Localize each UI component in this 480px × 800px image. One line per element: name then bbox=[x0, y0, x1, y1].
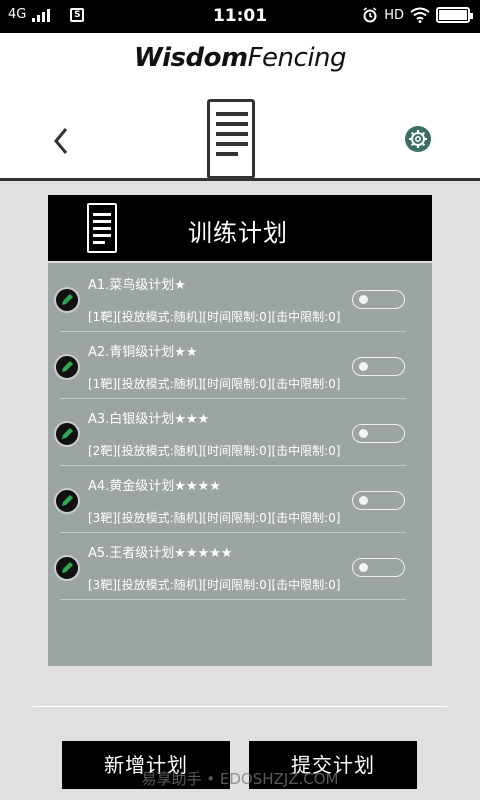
wifi-icon bbox=[410, 7, 430, 23]
gear-icon bbox=[409, 130, 427, 148]
app-header: WisdomFencing bbox=[0, 33, 480, 181]
training-plan-panel: 训练计划 A1.菜鸟级计划★ [1靶][投放模式:随机][时间限制:0][击中限制… bbox=[48, 195, 432, 666]
list-item[interactable]: A4.黄金级计划★★★★ [3靶][投放模式:随机][时间限制:0][击中限制:0… bbox=[54, 466, 406, 533]
plan-toggle[interactable] bbox=[352, 424, 405, 443]
plan-name: A1.菜鸟级计划★ bbox=[88, 278, 186, 293]
status-right: HD bbox=[362, 7, 473, 23]
edit-button[interactable] bbox=[54, 287, 80, 313]
edit-button[interactable] bbox=[54, 421, 80, 447]
chevron-left-icon bbox=[54, 128, 68, 154]
hd-indicator: HD bbox=[384, 7, 404, 23]
toggle-knob bbox=[359, 496, 368, 505]
pencil-icon bbox=[62, 361, 73, 372]
list-item[interactable]: A1.菜鸟级计划★ [1靶][投放模式:随机][时间限制:0][击中限制:0] bbox=[54, 265, 406, 332]
toggle-knob bbox=[359, 295, 368, 304]
document-icon bbox=[87, 203, 117, 253]
plan-toggle[interactable] bbox=[352, 558, 405, 577]
alarm-icon bbox=[363, 7, 377, 23]
edit-button[interactable] bbox=[54, 555, 80, 581]
status-bar: 4G S 11:01 HD bbox=[0, 0, 480, 33]
settings-button[interactable] bbox=[405, 126, 431, 152]
battery-icon bbox=[436, 7, 473, 23]
plan-name: A2.青铜级计划★★ bbox=[88, 345, 198, 360]
battery-fill bbox=[439, 10, 467, 20]
list-item[interactable]: A3.白银级计划★★★ [2靶][投放模式:随机][时间限制:0][击中限制:0] bbox=[54, 399, 406, 466]
watermark: 易享助手 • EDOSHZJZ.COM bbox=[141, 770, 339, 788]
plan-name: A4.黄金级计划★★★★ bbox=[88, 479, 221, 494]
plan-description: [3靶][投放模式:随机][时间限制:0][击中限制:0] bbox=[88, 511, 341, 525]
pencil-icon bbox=[62, 495, 73, 506]
brand-logo: WisdomFencing bbox=[133, 43, 347, 73]
pencil-icon bbox=[62, 562, 73, 573]
plan-description: [3靶][投放模式:随机][时间限制:0][击中限制:0] bbox=[88, 578, 341, 592]
toggle-knob bbox=[359, 563, 368, 572]
edit-button[interactable] bbox=[54, 354, 80, 380]
pencil-icon bbox=[62, 428, 73, 439]
back-button[interactable] bbox=[48, 123, 76, 159]
list-item[interactable]: A5.王者级计划★★★★★ [3靶][投放模式:随机][时间限制:0][击中限制:… bbox=[54, 533, 406, 600]
list-item[interactable]: A2.青铜级计划★★ [1靶][投放模式:随机][时间限制:0][击中限制:0] bbox=[54, 332, 406, 399]
plan-toggle[interactable] bbox=[352, 357, 405, 376]
plan-name: A3.白银级计划★★★ bbox=[88, 412, 210, 427]
edit-button[interactable] bbox=[54, 488, 80, 514]
toggle-knob bbox=[359, 362, 368, 371]
toggle-knob bbox=[359, 429, 368, 438]
plan-toggle[interactable] bbox=[352, 290, 405, 309]
panel-title: 训练计划 bbox=[188, 219, 288, 247]
plan-description: [1靶][投放模式:随机][时间限制:0][击中限制:0] bbox=[88, 377, 341, 391]
divider bbox=[33, 706, 447, 707]
plan-description: [1靶][投放模式:随机][时间限制:0][击中限制:0] bbox=[88, 310, 341, 324]
pencil-icon bbox=[62, 294, 73, 305]
plan-toggle[interactable] bbox=[352, 491, 405, 510]
document-list-icon bbox=[207, 99, 255, 179]
plan-description: [2靶][投放模式:随机][时间限制:0][击中限制:0] bbox=[88, 444, 341, 458]
plan-name: A5.王者级计划★★★★★ bbox=[88, 546, 233, 561]
panel-header: 训练计划 bbox=[48, 195, 432, 263]
